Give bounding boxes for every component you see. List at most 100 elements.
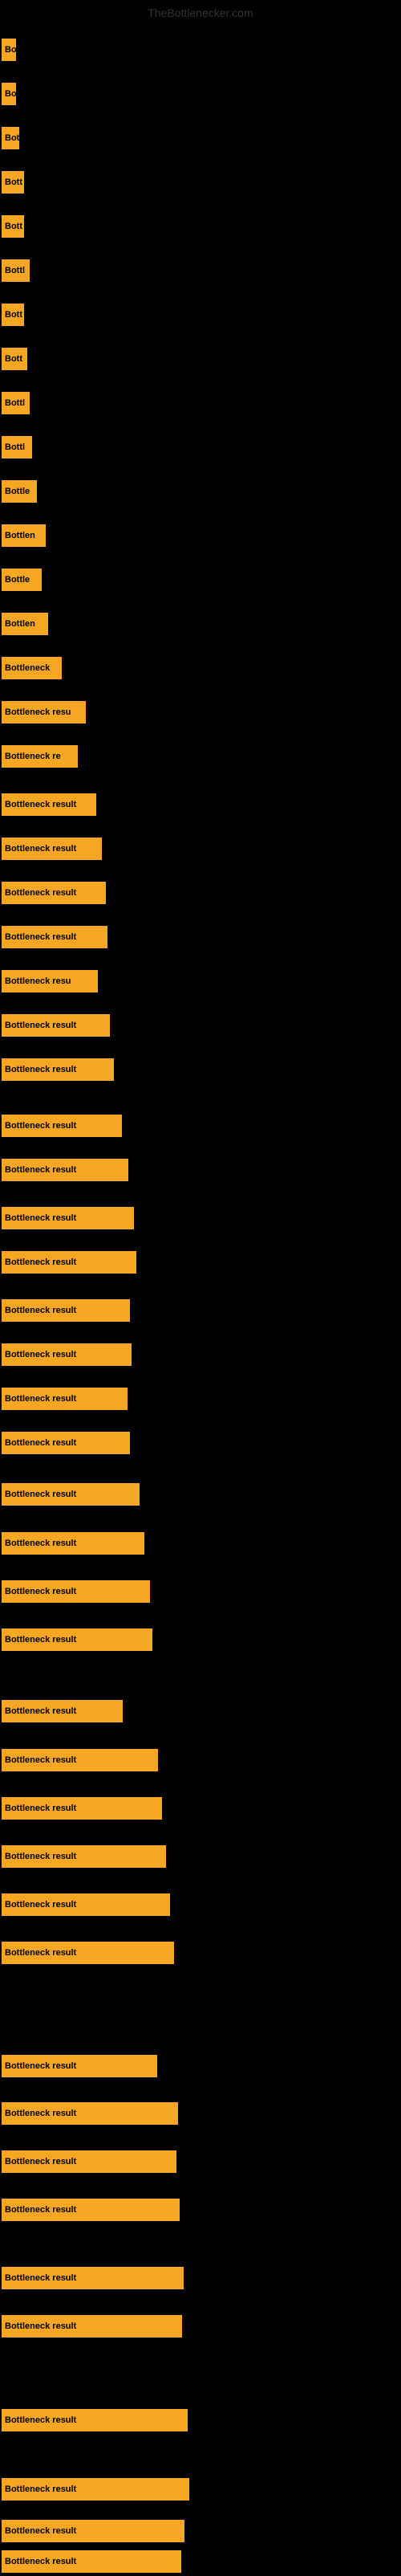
bar-row-26: Bottleneck result xyxy=(2,1159,128,1181)
bar-row-21: Bottleneck result xyxy=(2,926,107,948)
bar-row-15: Bottleneck xyxy=(2,657,62,679)
bar-row-28: Bottleneck result xyxy=(2,1251,136,1274)
bar-row-43: Bottleneck result xyxy=(2,2055,157,2077)
bar-label-39: Bottleneck result xyxy=(5,1804,76,1813)
bar-label-33: Bottleneck result xyxy=(5,1490,76,1499)
bar-row-27: Bottleneck result xyxy=(2,1207,134,1229)
bar-label-41: Bottleneck result xyxy=(5,1900,76,1910)
bar-label-19: Bottleneck result xyxy=(5,844,76,854)
bar-label-45: Bottleneck result xyxy=(5,2157,76,2166)
bar-label-17: Bottleneck re xyxy=(5,752,61,761)
bar-label-46: Bottleneck result xyxy=(5,2205,76,2215)
bar-row-29: Bottleneck result xyxy=(2,1299,130,1322)
bar-row-50: Bottleneck result xyxy=(2,2478,189,2501)
bar-row-45: Bottleneck result xyxy=(2,2150,176,2173)
bar-label-40: Bottleneck result xyxy=(5,1852,76,1861)
bar-label-2: Bo xyxy=(5,89,16,99)
bar-label-36: Bottleneck result xyxy=(5,1635,76,1645)
bars-container: Bo Bo Bot Bott Bott Bottl Bott Bott Bottl Bottl Bo… xyxy=(0,22,401,2576)
bar-label-13: Bottle xyxy=(5,575,30,585)
bar-label-35: Bottleneck result xyxy=(5,1587,76,1596)
bar-label-18: Bottleneck result xyxy=(5,800,76,809)
bar-label-44: Bottleneck result xyxy=(5,2109,76,2118)
bar-label-26: Bottleneck result xyxy=(5,1165,76,1175)
bar-row-36: Bottleneck result xyxy=(2,1628,152,1651)
bar-row-38: Bottleneck result xyxy=(2,1749,158,1771)
bar-row-3: Bot xyxy=(2,127,19,149)
bar-row-4: Bott xyxy=(2,171,24,194)
bar-label-32: Bottleneck result xyxy=(5,1438,76,1448)
bar-label-43: Bottleneck result xyxy=(5,2061,76,2071)
bar-label-37: Bottleneck result xyxy=(5,1706,76,1716)
bar-row-35: Bottleneck result xyxy=(2,1580,150,1603)
bar-row-6: Bottl xyxy=(2,259,30,282)
bar-row-37: Bottleneck result xyxy=(2,1700,123,1722)
bar-label-7: Bott xyxy=(5,310,22,320)
bar-label-8: Bott xyxy=(5,354,22,364)
bar-label-9: Bottl xyxy=(5,398,25,408)
bar-label-30: Bottleneck result xyxy=(5,1350,76,1359)
bar-label-48: Bottleneck result xyxy=(5,2321,76,2331)
bar-row-12: Bottlen xyxy=(2,524,46,547)
bar-row-39: Bottleneck result xyxy=(2,1797,162,1820)
bar-label-29: Bottleneck result xyxy=(5,1306,76,1315)
bar-row-52: Bottleneck result xyxy=(2,2520,184,2542)
bar-label-21: Bottleneck result xyxy=(5,932,76,942)
bar-row-22: Bottleneck resu xyxy=(2,970,98,992)
bar-row-40: Bottleneck result xyxy=(2,1845,166,1868)
bar-row-1: Bo xyxy=(2,39,16,61)
bar-label-11: Bottle xyxy=(5,487,30,496)
bar-label-50: Bottleneck result xyxy=(5,2484,76,2494)
bar-row-24: Bottleneck result xyxy=(2,1058,114,1081)
bar-row-47: Bottleneck result xyxy=(2,2267,184,2289)
bar-row-33: Bottleneck result xyxy=(2,1483,140,1506)
bar-label-3: Bot xyxy=(5,133,19,143)
bar-row-10: Bottl xyxy=(2,436,32,459)
bar-row-18: Bottleneck result xyxy=(2,793,96,816)
bar-label-47: Bottleneck result xyxy=(5,2273,76,2283)
bar-label-4: Bott xyxy=(5,177,22,187)
bar-row-16: Bottleneck resu xyxy=(2,701,86,723)
bar-row-23: Bottleneck result xyxy=(2,1014,110,1037)
bar-label-49: Bottleneck result xyxy=(5,2415,76,2425)
bar-row-30: Bottleneck result xyxy=(2,1343,132,1366)
bar-row-31: Bottleneck result xyxy=(2,1388,128,1410)
bar-label-51: Bottleneck result xyxy=(5,2557,76,2566)
bar-label-12: Bottlen xyxy=(5,531,35,540)
bar-row-5: Bott xyxy=(2,215,24,238)
bar-row-42: Bottleneck result xyxy=(2,1942,174,1964)
bar-label-1: Bo xyxy=(5,45,16,55)
bar-label-38: Bottleneck result xyxy=(5,1755,76,1765)
bar-row-46: Bottleneck result xyxy=(2,2199,180,2221)
bar-row-17: Bottleneck re xyxy=(2,745,78,768)
bar-label-24: Bottleneck result xyxy=(5,1065,76,1074)
bar-row-25: Bottleneck result xyxy=(2,1115,122,1137)
bar-row-41: Bottleneck result xyxy=(2,1893,170,1916)
bar-row-34: Bottleneck result xyxy=(2,1532,144,1555)
bar-row-2: Bo xyxy=(2,83,16,105)
bar-label-23: Bottleneck result xyxy=(5,1021,76,1030)
bar-label-22: Bottleneck resu xyxy=(5,976,71,986)
site-title: TheBottlenecker.com xyxy=(0,0,401,22)
bar-label-16: Bottleneck resu xyxy=(5,707,71,717)
bar-row-44: Bottleneck result xyxy=(2,2102,178,2125)
bar-row-32: Bottleneck result xyxy=(2,1432,130,1454)
bar-row-9: Bottl xyxy=(2,392,30,414)
bar-row-13: Bottle xyxy=(2,569,42,591)
bar-row-8: Bott xyxy=(2,348,27,370)
bar-row-49: Bottleneck result xyxy=(2,2409,188,2431)
bar-label-52: Bottleneck result xyxy=(5,2526,76,2536)
bar-label-14: Bottlen xyxy=(5,619,35,629)
bar-label-42: Bottleneck result xyxy=(5,1948,76,1958)
bar-label-6: Bottl xyxy=(5,266,25,275)
bar-label-5: Bott xyxy=(5,222,22,231)
bar-label-28: Bottleneck result xyxy=(5,1257,76,1267)
bar-row-20: Bottleneck result xyxy=(2,882,106,904)
bar-row-48: Bottleneck result xyxy=(2,2315,182,2338)
bar-label-34: Bottleneck result xyxy=(5,1539,76,1548)
bar-row-14: Bottlen xyxy=(2,613,48,635)
bar-label-15: Bottleneck xyxy=(5,663,50,673)
bar-label-27: Bottleneck result xyxy=(5,1213,76,1223)
bar-label-31: Bottleneck result xyxy=(5,1394,76,1404)
bar-row-11: Bottle xyxy=(2,480,37,503)
